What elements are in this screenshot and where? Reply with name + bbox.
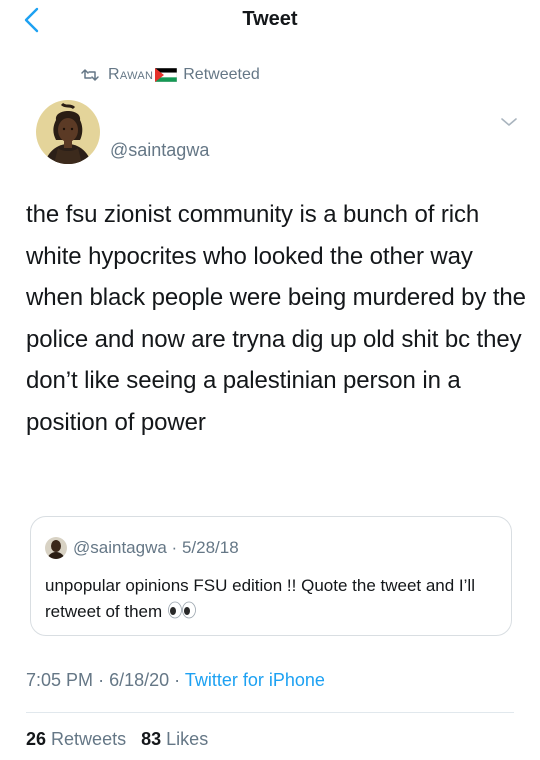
retweets-label: Retweets bbox=[51, 729, 127, 749]
retweets-count: 26 bbox=[26, 729, 47, 749]
quoted-text-block: unpopular opinions FSU edition !! Quote … bbox=[45, 573, 485, 625]
avatar-image bbox=[36, 100, 100, 164]
palestine-flag-icon bbox=[155, 68, 178, 82]
author-handle[interactable]: @saintagwa bbox=[110, 140, 209, 161]
quoted-tweet[interactable]: @saintagwa · 5/28/18 unpopular opinions … bbox=[30, 516, 512, 636]
retweets-stat[interactable]: 26 Retweets bbox=[26, 729, 131, 749]
likes-label: Likes bbox=[166, 729, 209, 749]
tweet-date: 6/18/20 bbox=[109, 670, 170, 690]
retweeted-label: Retweeted bbox=[183, 66, 260, 83]
nav-bar: Tweet bbox=[0, 0, 540, 44]
avatar[interactable] bbox=[36, 100, 100, 164]
retweet-context[interactable]: Rawan Retweeted bbox=[80, 64, 260, 86]
tweet-meta: 7:05 PM · 6/18/20 · Twitter for iPhone bbox=[26, 670, 325, 691]
meta-separator: · bbox=[174, 670, 181, 690]
tweet-time: 7:05 PM bbox=[26, 670, 94, 690]
quoted-text: unpopular opinions FSU edition !! Quote … bbox=[45, 576, 475, 621]
likes-count: 83 bbox=[141, 729, 162, 749]
divider bbox=[26, 712, 514, 713]
quoted-header: @saintagwa · 5/28/18 bbox=[73, 538, 239, 558]
tweet-text: the fsu zionist community is a bunch of … bbox=[26, 201, 526, 436]
tweet-stats: 26 Retweets 83 Likes bbox=[26, 729, 208, 750]
eyes-emoji-icon bbox=[168, 601, 196, 619]
quoted-separator: · bbox=[171, 538, 178, 557]
tweet-source-link[interactable]: Twitter for iPhone bbox=[185, 670, 325, 690]
retweeter-name[interactable]: Rawan bbox=[108, 66, 153, 84]
chevron-down-icon[interactable] bbox=[500, 116, 518, 128]
meta-separator: · bbox=[98, 670, 105, 690]
page-title: Tweet bbox=[242, 8, 298, 30]
avatar-image bbox=[45, 537, 67, 559]
quoted-handle[interactable]: @saintagwa bbox=[73, 538, 167, 557]
quoted-date: 5/28/18 bbox=[181, 538, 239, 557]
quoted-avatar bbox=[45, 537, 67, 559]
likes-stat[interactable]: 83 Likes bbox=[141, 729, 208, 749]
retweet-icon bbox=[81, 69, 99, 81]
